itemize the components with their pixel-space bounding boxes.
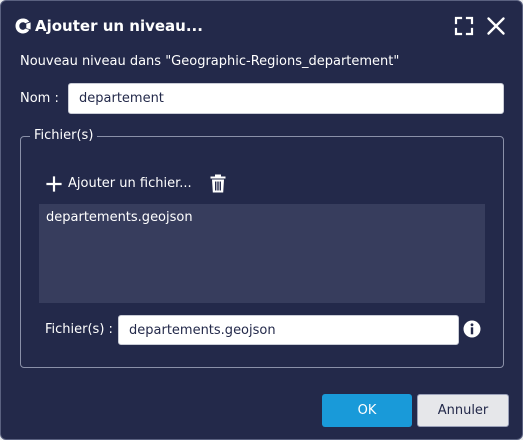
- cancel-button[interactable]: Annuler: [417, 394, 509, 427]
- dialog-title: Ajouter un niveau...: [35, 17, 203, 35]
- add-file-label: Ajouter un fichier...: [68, 176, 192, 191]
- plus-icon: [46, 176, 62, 192]
- dialog-subtitle: Nouveau niveau dans "Geographic-Regions_…: [20, 54, 400, 69]
- dialog-titlebar: Ajouter un niveau...: [1, 1, 522, 51]
- maximize-icon[interactable]: [453, 15, 475, 37]
- add-level-dialog: Ajouter un niveau... Nouveau niveau dans…: [0, 0, 523, 440]
- ok-button[interactable]: OK: [322, 394, 412, 427]
- files-field-label: Fichier(s) :: [45, 322, 113, 337]
- file-list[interactable]: departements.geojson: [39, 204, 485, 303]
- files-input[interactable]: [118, 315, 459, 345]
- add-file-button[interactable]: Ajouter un fichier...: [46, 173, 192, 195]
- files-legend: Fichier(s): [30, 127, 98, 145]
- file-list-item[interactable]: departements.geojson: [39, 204, 485, 227]
- name-input[interactable]: [68, 83, 504, 114]
- name-label: Nom :: [20, 91, 59, 106]
- close-icon[interactable]: [485, 15, 507, 37]
- trash-icon[interactable]: [209, 174, 227, 193]
- info-icon[interactable]: [463, 320, 481, 338]
- app-logo-icon: [15, 18, 31, 34]
